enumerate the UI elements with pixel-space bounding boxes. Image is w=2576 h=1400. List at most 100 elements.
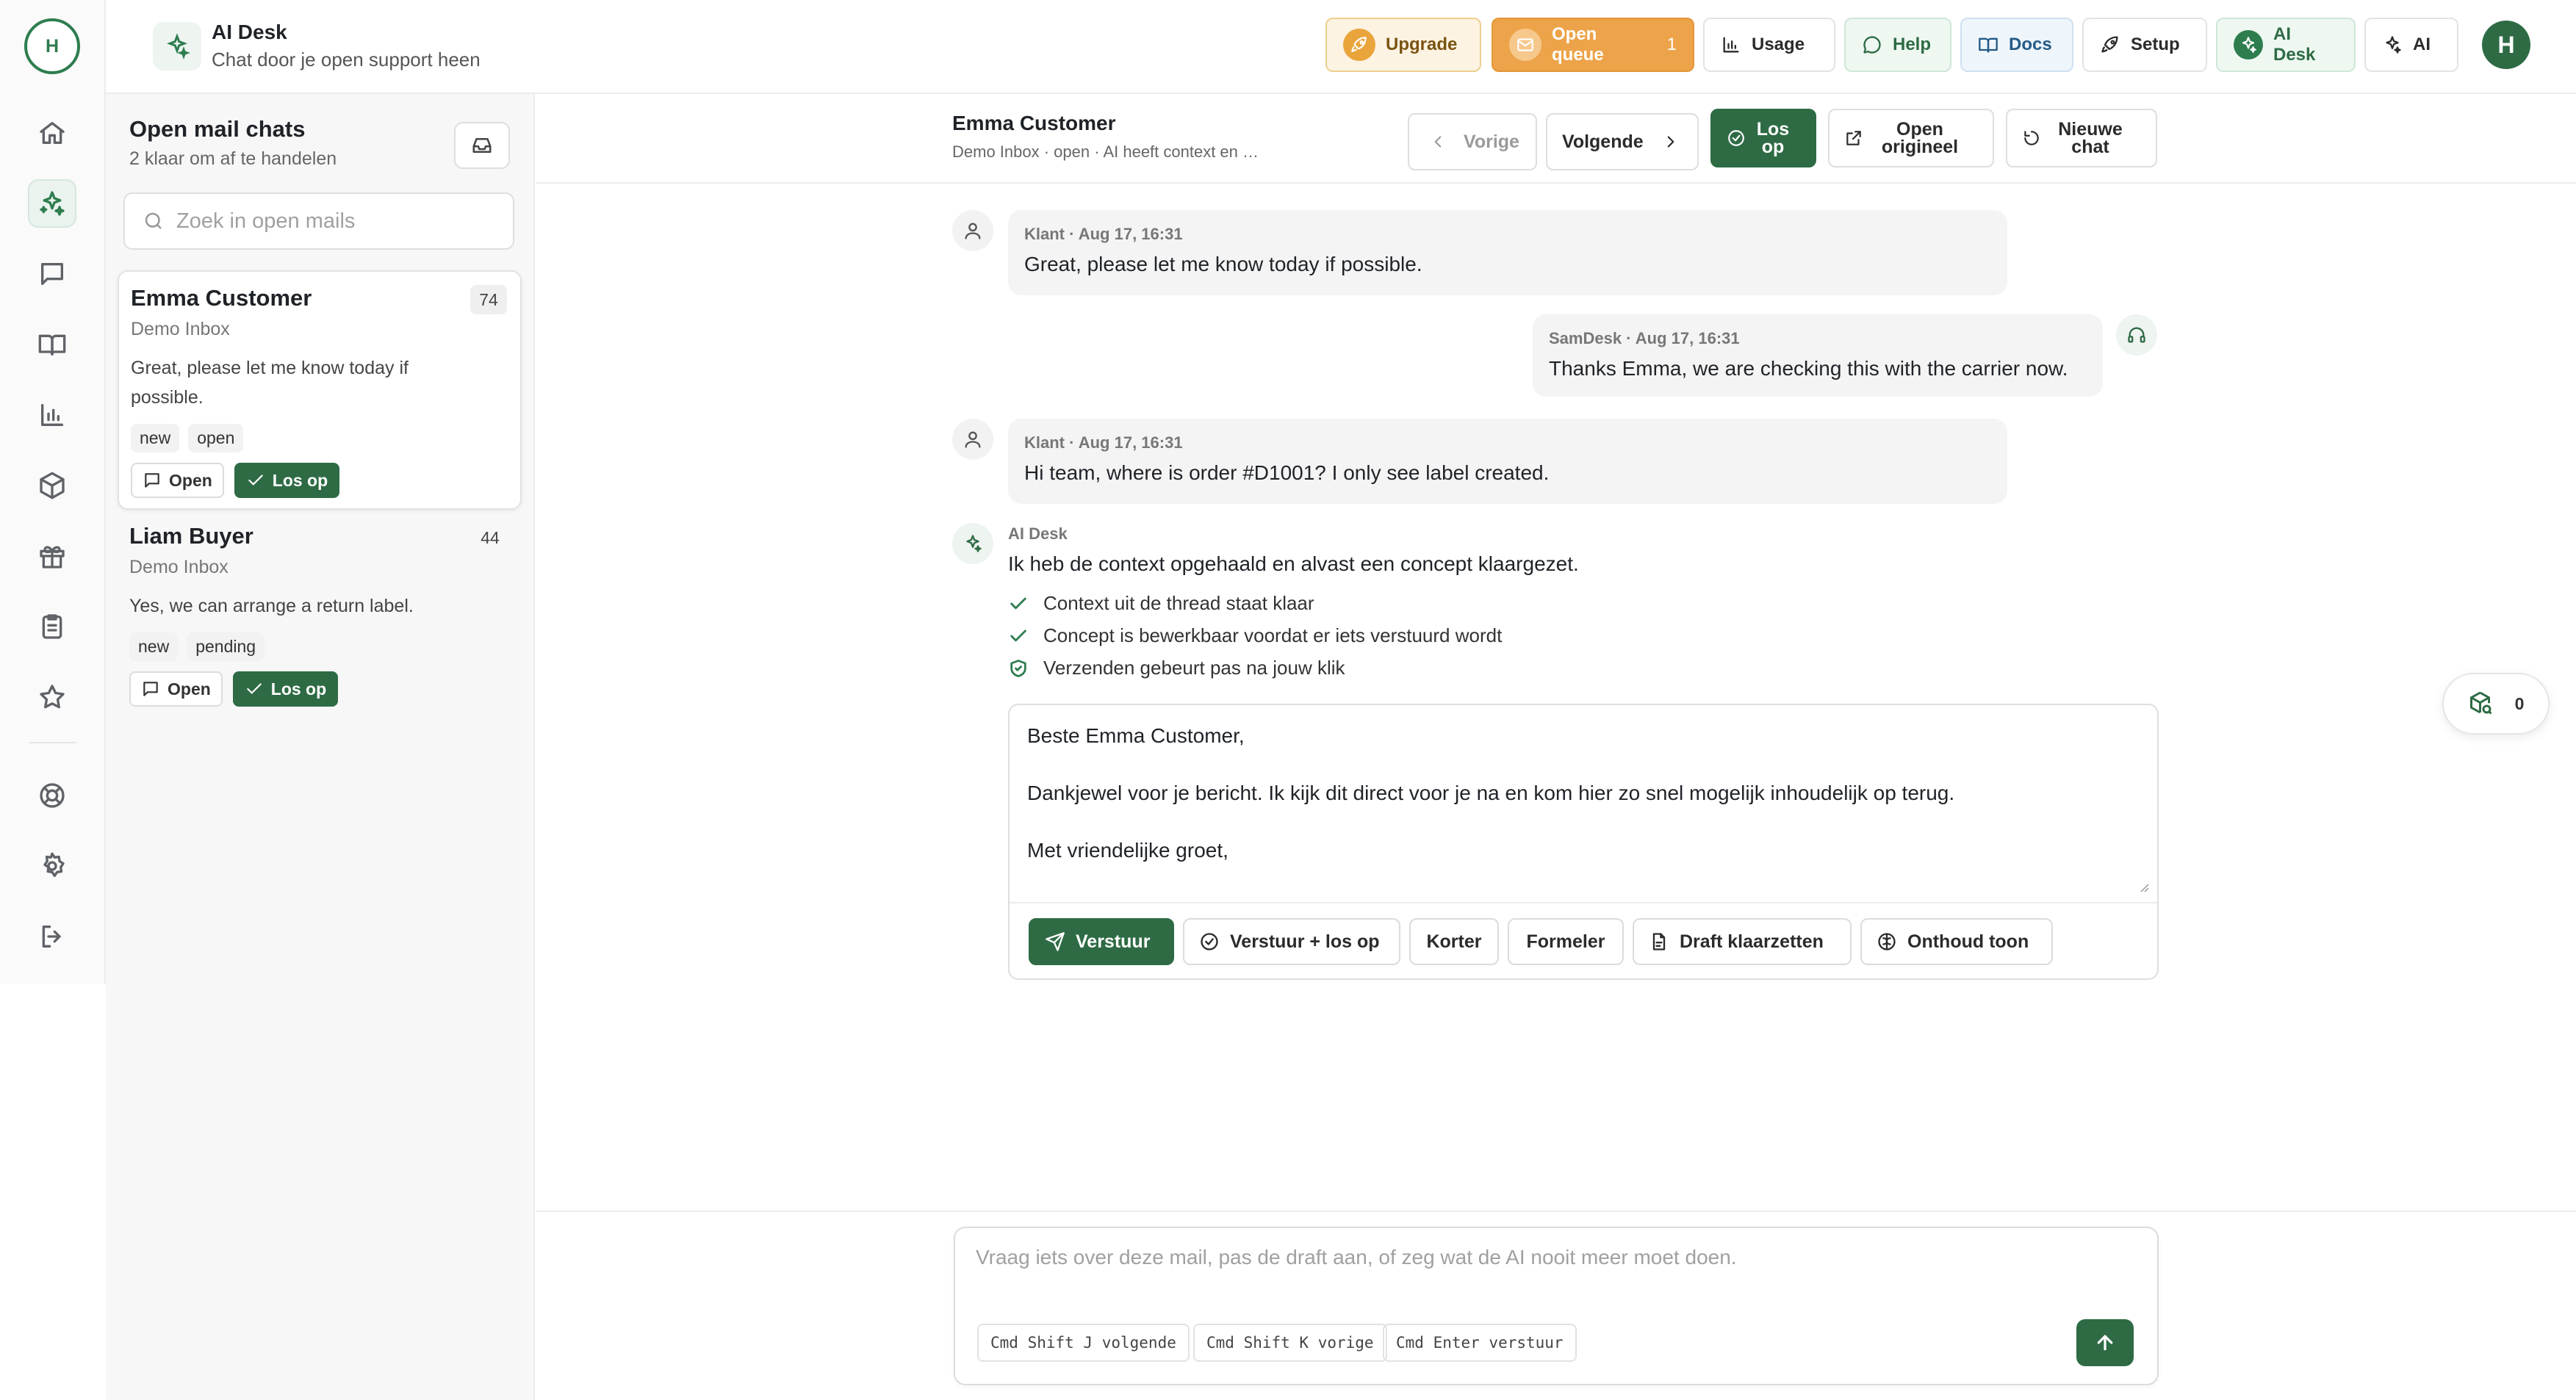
gear-icon[interactable]: [28, 842, 76, 890]
chart-icon[interactable]: [28, 391, 76, 439]
open-original-button[interactable]: Open origineel: [1828, 109, 1994, 167]
bar-chart-icon: [1723, 37, 1739, 53]
home-icon[interactable]: [28, 109, 76, 157]
shield-check-icon: [1010, 659, 1026, 677]
arrow-up-icon: [2097, 1335, 2113, 1351]
workspace-avatar[interactable]: H: [24, 18, 80, 74]
check-circle-icon: [1728, 130, 1744, 146]
usage-button[interactable]: Usage: [1703, 18, 1835, 72]
search-input[interactable]: [176, 209, 500, 234]
message-text: Hi team, where is order #D1001? I only s…: [1024, 461, 1550, 484]
shortcut-hint-prev: Cmd Shift K vorige: [1193, 1324, 1387, 1362]
mail-item-liam[interactable]: Liam Buyer 44 Demo Inbox Yes, we can arr…: [118, 510, 522, 730]
logout-icon[interactable]: [28, 912, 76, 961]
resolve-button[interactable]: Los op: [1710, 109, 1816, 167]
new-chat-label: Nieuwe chat: [2058, 119, 2123, 157]
gift-icon[interactable]: [28, 532, 76, 580]
check-icon: [248, 475, 263, 486]
chevron-right-icon: [1667, 136, 1674, 148]
mail-icon: [1509, 29, 1541, 61]
submit-button[interactable]: [2076, 1319, 2134, 1366]
open-mail-button[interactable]: Open: [129, 671, 223, 707]
lifebuoy-icon[interactable]: [28, 771, 76, 820]
ai-desk-button[interactable]: AI Desk: [2216, 18, 2356, 72]
book-icon[interactable]: [28, 320, 76, 369]
ai-check-item: Concept is bewerkbaar voordat er iets ve…: [1008, 624, 1502, 647]
setup-button[interactable]: Setup: [2082, 18, 2207, 72]
docs-button[interactable]: Docs: [1960, 18, 2073, 72]
box-icon[interactable]: [28, 461, 76, 510]
resolve-mail-button[interactable]: Los op: [234, 463, 340, 498]
draft-editor: Beste Emma Customer, Dankjewel voor je b…: [1008, 704, 2159, 980]
ai-check-text: Verzenden gebeurt pas na jouw klik: [1043, 657, 1345, 679]
star-icon[interactable]: [28, 673, 76, 721]
send-button[interactable]: Verstuur: [1029, 918, 1174, 965]
external-link-icon: [1846, 131, 1861, 145]
chevron-left-icon: [1434, 136, 1442, 148]
open-original-label: Open origineel: [1881, 119, 1959, 157]
ai-check-text: Concept is bewerkbaar voordat er iets ve…: [1043, 624, 1503, 646]
status-tag: pending: [187, 632, 265, 661]
open-queue-button[interactable]: Open queue 1: [1492, 18, 1694, 72]
chat-icon: [145, 473, 159, 488]
draft-textarea[interactable]: Beste Emma Customer, Dankjewel voor je b…: [1027, 721, 2129, 865]
upgrade-button[interactable]: Upgrade: [1325, 18, 1481, 72]
sparkles-icon: [2234, 30, 2263, 59]
mail-item-count: 44: [481, 527, 500, 547]
new-chat-button[interactable]: Nieuwe chat: [2006, 109, 2157, 167]
save-draft-button[interactable]: Draft klaarzetten: [1633, 918, 1852, 965]
mail-item-count: 74: [470, 285, 507, 314]
package-search-badge[interactable]: 0: [2442, 673, 2550, 735]
formal-label: Formeler: [1526, 931, 1605, 952]
resize-grip-icon[interactable]: [2138, 881, 2150, 893]
ai-desk-logo-icon: [153, 22, 201, 71]
resolve-mail-button[interactable]: Los op: [232, 671, 339, 707]
check-icon: [1010, 597, 1026, 609]
previous-label: Vorige: [1464, 131, 1519, 152]
ai-intro-text: Ik heb de context opgehaald en alvast ee…: [1008, 552, 1579, 575]
send-and-resolve-button[interactable]: Verstuur + los op: [1183, 918, 1400, 965]
conversation-name: Emma Customer: [952, 112, 1116, 134]
message-author: SamDesk · Aug 17, 16:31: [1549, 329, 1740, 347]
chat-icon: [143, 682, 158, 696]
ai-author: AI Desk: [1008, 524, 1068, 543]
ai-button[interactable]: AI: [2364, 18, 2458, 72]
tone-label: Onthoud toon: [1907, 931, 2029, 952]
check-circle-icon: [1201, 933, 1218, 950]
open-label: Open: [168, 679, 211, 699]
mail-search: [123, 192, 514, 250]
usage-label: Usage: [1752, 35, 1805, 54]
draft-label: Draft klaarzetten: [1680, 931, 1824, 952]
sparkles-icon[interactable]: [28, 179, 76, 228]
ai-composer: Cmd Shift J volgende Cmd Shift K vorige …: [954, 1227, 2159, 1385]
remember-tone-button[interactable]: Onthoud toon: [1860, 918, 2053, 965]
inbox-button[interactable]: [454, 122, 510, 169]
composer-input[interactable]: [976, 1246, 2122, 1305]
mail-item-emma[interactable]: Emma Customer 74 Demo Inbox Great, pleas…: [118, 270, 522, 510]
customer-avatar-icon: [952, 210, 993, 251]
next-button[interactable]: Volgende: [1546, 113, 1699, 170]
ai-check-item: Verzenden gebeurt pas na jouw klik: [1008, 657, 1345, 679]
send-icon: [1046, 932, 1065, 951]
ai-sparkles-icon: [952, 523, 993, 564]
message-author: Klant · Aug 17, 16:31: [1024, 433, 1183, 452]
chat-icon[interactable]: [28, 250, 76, 298]
send-label: Verstuur: [1076, 931, 1151, 952]
page-subtitle: Chat door je open support heen: [212, 48, 481, 71]
shorter-button[interactable]: Korter: [1409, 918, 1499, 965]
resolve-label: Los op: [272, 470, 328, 490]
open-queue-label: Open queue: [1552, 24, 1604, 65]
icon-rail: H: [0, 0, 106, 984]
shorter-label: Korter: [1426, 931, 1482, 952]
previous-button[interactable]: Vorige: [1408, 113, 1537, 170]
open-mail-button[interactable]: Open: [131, 463, 224, 498]
file-icon: [1652, 933, 1666, 950]
clipboard-icon[interactable]: [28, 602, 76, 651]
help-button[interactable]: Help: [1844, 18, 1951, 72]
message-text: Great, please let me know today if possi…: [1024, 253, 1422, 275]
rocket-icon: [2101, 36, 2118, 53]
user-avatar[interactable]: H: [2482, 21, 2530, 69]
mail-item-preview: Yes, we can arrange a return label.: [129, 596, 414, 616]
next-label: Volgende: [1562, 131, 1644, 152]
more-formal-button[interactable]: Formeler: [1508, 918, 1624, 965]
